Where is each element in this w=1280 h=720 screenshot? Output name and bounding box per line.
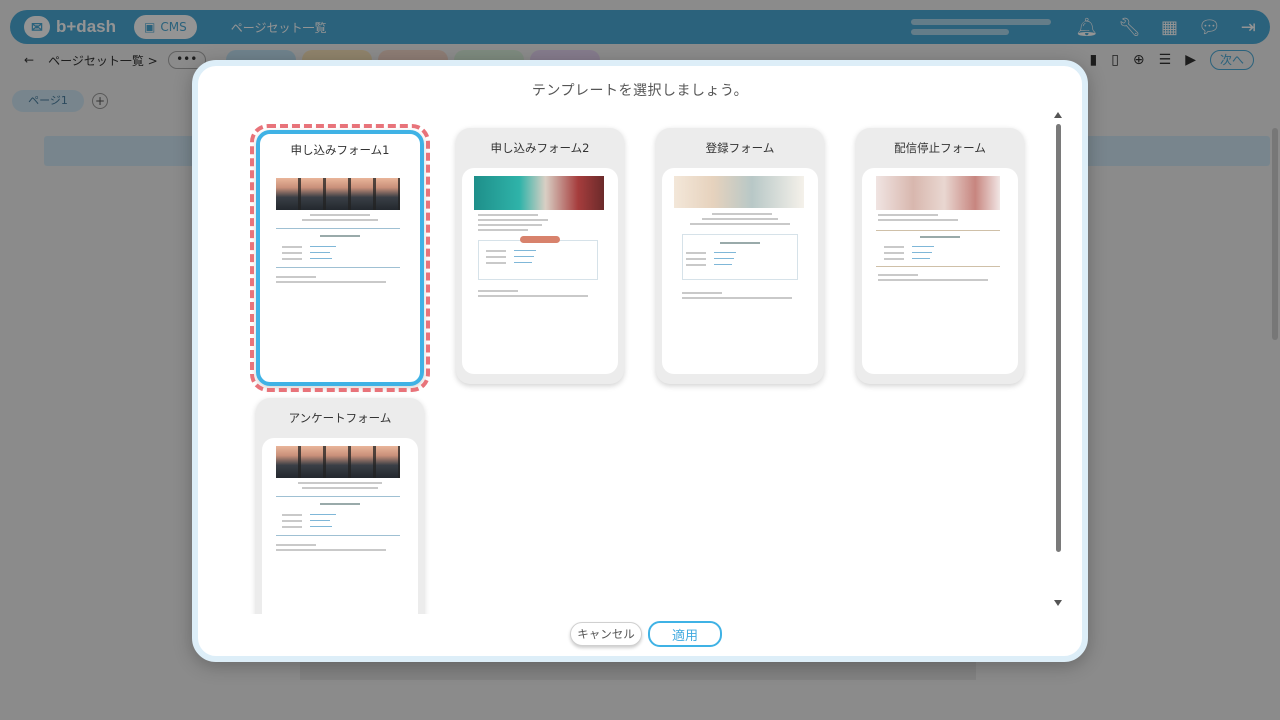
template-title: 配信停止フォーム — [894, 141, 986, 155]
template-select-dialog: テンプレートを選択しましょう。 申し込みフォーム1 申し込みフォーム2 登録フォ… — [192, 60, 1088, 662]
scroll-down-arrow-icon[interactable] — [1054, 600, 1062, 606]
template-preview — [862, 168, 1018, 374]
template-grid: 申し込みフォーム1 申し込みフォーム2 登録フォーム 配信停止フォーム アンケー… — [244, 118, 1044, 614]
preview-hero-image — [876, 176, 1000, 210]
template-title: 登録フォーム — [705, 141, 775, 155]
dialog-title: テンプレートを選択しましょう。 — [531, 83, 749, 99]
template-title: 申し込みフォーム1 — [290, 143, 390, 157]
preview-hero-image — [276, 446, 400, 478]
template-preview — [262, 438, 418, 614]
apply-button[interactable]: 適用 — [648, 621, 722, 647]
preview-hero-image — [276, 178, 400, 210]
template-card-form1[interactable]: 申し込みフォーム1 — [250, 124, 430, 392]
template-card-survey[interactable]: アンケートフォーム — [256, 398, 424, 614]
template-card-unsubscribe[interactable]: 配信停止フォーム — [856, 128, 1024, 384]
template-preview — [262, 170, 418, 376]
template-title: 申し込みフォーム2 — [490, 141, 590, 155]
cancel-button[interactable]: キャンセル — [570, 622, 642, 646]
preview-badge — [520, 236, 560, 243]
template-card-register[interactable]: 登録フォーム — [656, 128, 824, 384]
template-card-form2[interactable]: 申し込みフォーム2 — [456, 128, 624, 384]
template-preview — [662, 168, 818, 374]
scroll-up-arrow-icon[interactable] — [1054, 112, 1062, 118]
dialog-scrollbar-thumb[interactable] — [1056, 124, 1061, 552]
template-title: アンケートフォーム — [288, 411, 392, 425]
preview-hero-image — [674, 176, 804, 208]
template-preview — [462, 168, 618, 374]
preview-hero-image — [474, 176, 604, 210]
page-scrollbar[interactable] — [1272, 128, 1278, 340]
